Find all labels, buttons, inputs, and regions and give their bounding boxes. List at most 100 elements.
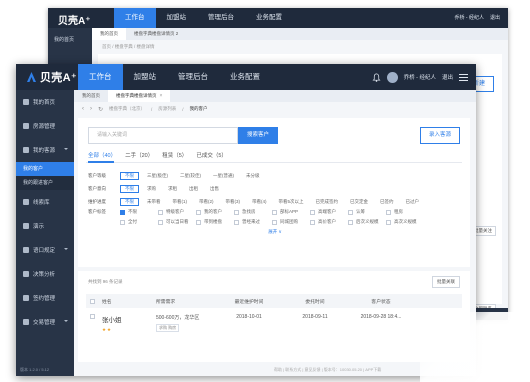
filter-option[interactable]: 出租 xyxy=(185,185,202,193)
checkbox[interactable] xyxy=(386,219,391,225)
scope-tab-secondhand[interactable]: 二手（20） xyxy=(125,151,153,159)
tag-checkbox[interactable]: 特级客户 xyxy=(158,209,196,215)
tab-home[interactable]: 我的首页 xyxy=(74,90,108,102)
forward-arrow-icon[interactable]: › xyxy=(90,106,92,112)
filter-option[interactable]: 已过户 xyxy=(402,198,424,206)
checkbox[interactable] xyxy=(234,209,239,215)
customer-name[interactable]: 张小姐 xyxy=(102,314,152,324)
checkbox[interactable] xyxy=(386,209,391,215)
row-checkbox[interactable] xyxy=(89,314,95,319)
checkbox[interactable] xyxy=(310,219,315,225)
filter-option[interactable]: 未分级 xyxy=(242,172,264,180)
checkbox[interactable] xyxy=(310,209,315,215)
checkbox[interactable] xyxy=(120,219,125,225)
sidebar-item-listings[interactable]: 房源管理 xyxy=(16,114,74,138)
nav-admin-backend[interactable]: 管理后台 xyxy=(167,64,219,90)
filter-option[interactable]: 求租 xyxy=(164,185,181,193)
tag-checkbox[interactable]: 后次义规模 xyxy=(348,219,386,225)
nav-workbench[interactable]: 工作台 xyxy=(78,64,123,90)
tag-checkbox[interactable]: 不限 xyxy=(120,209,158,215)
back-user-name[interactable]: 乔桥 - 经纪人 xyxy=(455,8,484,28)
filter-option[interactable]: 已完成签约 xyxy=(312,198,343,206)
filter-option[interactable]: 出售 xyxy=(206,185,223,193)
search-input[interactable]: 请输入关键词 xyxy=(88,127,238,144)
filter-option[interactable]: 带看(1) xyxy=(169,198,192,206)
filter-option[interactable]: 不限 xyxy=(120,184,139,193)
breadcrumb-item[interactable]: 楼盘字典（北京） xyxy=(109,106,145,112)
filter-option[interactable]: 未带看 xyxy=(143,198,165,206)
back-sidebar-home[interactable]: 我的首页 xyxy=(48,28,92,51)
avatar[interactable] xyxy=(386,71,398,83)
select-all-checkbox[interactable] xyxy=(89,298,95,304)
refresh-icon[interactable]: ↻ xyxy=(98,106,103,113)
column-header[interactable]: 姓名 xyxy=(98,298,152,305)
filter-option[interactable]: 一星(普通) xyxy=(209,172,238,180)
checkbox[interactable] xyxy=(196,209,201,215)
nav-business-config[interactable]: 业务配置 xyxy=(219,64,271,90)
filter-option[interactable]: 不限 xyxy=(120,197,139,206)
sidebar-item-contracts[interactable]: 签约管理 xyxy=(16,286,74,310)
nav-franchise-station[interactable]: 加盟站 xyxy=(123,64,168,90)
back-tab-home[interactable]: 我的首页 xyxy=(92,28,126,40)
tag-checkbox[interactable]: 全付 xyxy=(120,219,158,225)
checkbox[interactable] xyxy=(158,209,163,215)
column-header[interactable]: 所需需求 xyxy=(152,298,216,305)
scope-tab-rental[interactable]: 租赁（5） xyxy=(162,151,187,159)
back-nav-config[interactable]: 业务配置 xyxy=(245,8,293,28)
user-name[interactable]: 乔桥 - 经纪人 xyxy=(404,73,436,81)
tag-checkbox[interactable]: 急找房 xyxy=(234,209,272,215)
filter-option[interactable]: 带看(3) xyxy=(222,198,245,206)
checkbox[interactable] xyxy=(272,219,277,225)
back-nav-workbench[interactable]: 工作台 xyxy=(114,8,156,28)
filter-option[interactable]: 已交定金 xyxy=(346,198,372,206)
checkbox[interactable] xyxy=(272,209,277,215)
tag-checkbox[interactable]: 高端客户 xyxy=(310,209,348,215)
sidebar-sub-my-clients[interactable]: 我的客户 xyxy=(16,162,74,176)
scope-tab-all[interactable]: 全部（40） xyxy=(88,151,116,159)
breadcrumb-item[interactable]: 房源列表 xyxy=(158,106,176,112)
checkbox[interactable] xyxy=(158,219,163,225)
tag-checkbox[interactable]: 我的客户 xyxy=(196,209,234,215)
add-customer-button[interactable]: 录入客源 xyxy=(420,127,460,144)
column-header[interactable]: 最近维护时间 xyxy=(216,298,282,305)
batch-link-button[interactable]: 批量关联 xyxy=(432,276,460,288)
search-customers-button[interactable]: 搜索客户 xyxy=(238,127,278,144)
expand-filters-link[interactable]: 展开 ∨ xyxy=(88,229,462,235)
filter-option[interactable]: 带看(4) xyxy=(248,198,271,206)
checkbox[interactable] xyxy=(120,209,125,215)
tag-checkbox[interactable]: 同城团购 xyxy=(272,219,310,225)
filter-option[interactable]: 求购 xyxy=(143,185,160,193)
checkbox[interactable] xyxy=(348,209,353,215)
sidebar-item-rules[interactable]: 语口规定 xyxy=(16,238,74,262)
close-icon[interactable]: × xyxy=(160,90,163,102)
filter-option[interactable]: 二星(较佳) xyxy=(176,172,205,180)
back-nav-franchise[interactable]: 加盟站 xyxy=(156,8,198,28)
filter-option[interactable]: 带看5次以上 xyxy=(275,198,308,206)
checkbox[interactable] xyxy=(196,219,201,225)
back-tab-detail[interactable]: 楼盘字典楼盘详情页 2 xyxy=(126,28,186,40)
sidebar-item-my-customers[interactable]: 我的客源 xyxy=(16,138,74,162)
checkbox[interactable] xyxy=(234,219,239,225)
sidebar-item-leads[interactable]: 线索库 xyxy=(16,190,74,214)
sidebar-item-analysis[interactable]: 决策分析 xyxy=(16,262,74,286)
filter-option[interactable]: 三星(极佳) xyxy=(143,172,172,180)
tag-checkbox[interactable]: 高价客户 xyxy=(310,219,348,225)
filter-option[interactable]: 不限 xyxy=(120,171,139,180)
tag-checkbox[interactable]: 租房 xyxy=(386,209,424,215)
tag-checkbox[interactable]: 部标APP xyxy=(272,209,310,215)
scope-tab-closed[interactable]: 已成交（5） xyxy=(196,151,227,159)
tag-checkbox[interactable]: 可以当日看 xyxy=(158,219,196,225)
tag-checkbox[interactable]: 认筹 xyxy=(348,209,386,215)
column-header[interactable]: 客户状态 xyxy=(348,298,414,305)
sidebar-item-demo[interactable]: 演示 xyxy=(16,214,74,238)
back-nav-admin[interactable]: 管理后台 xyxy=(197,8,245,28)
filter-option[interactable]: 带看(2) xyxy=(195,198,218,206)
tab-detail[interactable]: 楼盘字典楼盘详情页 × xyxy=(108,90,171,102)
sidebar-sub-followup-clients[interactable]: 我的跟进客户 xyxy=(16,176,74,190)
tag-checkbox[interactable]: 带到楼盘 xyxy=(196,219,234,225)
column-header[interactable]: 委托时间 xyxy=(282,298,348,305)
sidebar-item-transactions[interactable]: 交易管理 xyxy=(16,310,74,334)
table-row[interactable]: 张小姐 ★★ 500-600万，龙华区 求购 购房 2018-10-01 201… xyxy=(86,314,462,344)
sidebar-item-home[interactable]: 我的首页 xyxy=(16,90,74,114)
back-logout[interactable]: 退出 xyxy=(490,8,500,28)
